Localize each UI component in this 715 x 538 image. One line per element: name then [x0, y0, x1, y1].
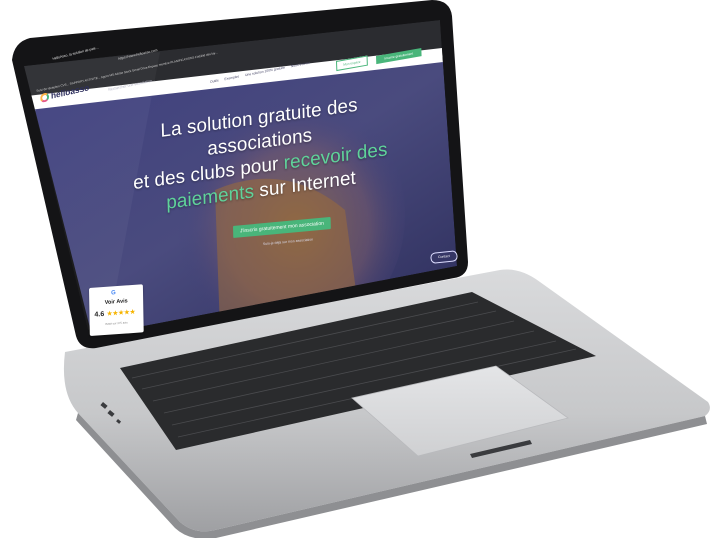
star-rating-icon: ★★★★★ [106, 308, 136, 318]
browser-tab-title[interactable]: HelloAsso, la solution de paie... [52, 46, 99, 61]
review-score: 4.6 [94, 311, 105, 319]
contact-chat-button[interactable]: Contact [430, 250, 459, 264]
nav-item-outils[interactable]: Outils [210, 78, 219, 84]
signup-button[interactable]: Inscrire gratuitement [376, 48, 422, 65]
nav-item-exemples[interactable]: Exemples [224, 74, 239, 81]
review-count: Basé sur 375 avis [105, 320, 128, 326]
logo-mark-icon [40, 91, 50, 103]
google-icon: G [111, 290, 116, 297]
google-review-badge[interactable]: G Voir Avis 4.6 ★★★★★ Basé sur 375 avis [89, 284, 144, 337]
login-button[interactable]: Mon espace [336, 55, 368, 72]
hero-headline: La solution gratuite des associations et… [115, 88, 405, 223]
nav-item-gratuite[interactable]: Une solution 100% gratuite [245, 65, 285, 77]
address-bar[interactable]: https://www.helloasso.com [118, 48, 158, 61]
hero-cta-button[interactable]: J'inscris gratuitement mon association [233, 216, 331, 239]
nav-item-trouver[interactable]: Nous trouver [291, 61, 310, 69]
laptop-photo: HelloAsso, la solution de paie... https:… [0, 0, 715, 538]
hero-secondary-link[interactable]: Suis-je déjà sur mon association [253, 237, 323, 247]
review-title: Voir Avis [104, 298, 128, 306]
main-nav: Outils Exemples Une solution 100% gratui… [210, 61, 310, 84]
search-input[interactable]: Rechercher une association... [108, 78, 155, 92]
